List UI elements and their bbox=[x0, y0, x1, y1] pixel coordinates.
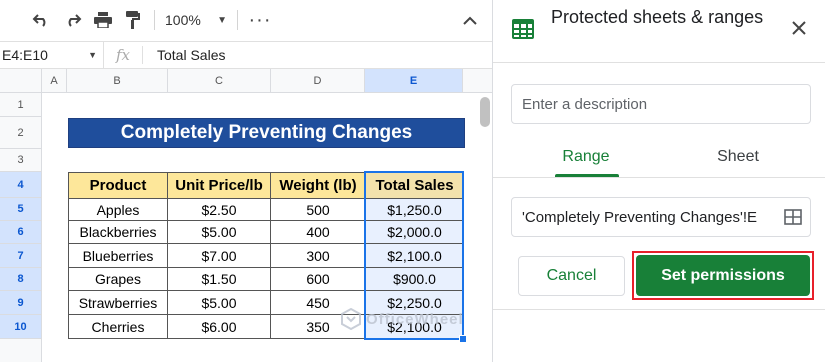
panel-title: Protected sheets & ranges bbox=[551, 7, 764, 27]
cell-unit-price[interactable]: $7.00 bbox=[167, 244, 271, 268]
cell-total-sales[interactable]: $900.0 bbox=[365, 268, 464, 291]
name-box-value: E4:E10 bbox=[2, 47, 48, 63]
zoom-value: 100% bbox=[165, 12, 201, 28]
watermark-logo-icon bbox=[341, 308, 361, 330]
range-field-value: 'Completely Preventing Changes'!E bbox=[522, 208, 758, 226]
name-box-dropdown-icon[interactable]: ▼ bbox=[88, 50, 97, 60]
toolbar: 100% ▼ ··· bbox=[0, 0, 492, 40]
header-cell-weight[interactable]: Weight (lb) bbox=[270, 172, 366, 199]
header-cell-total-sales[interactable]: Total Sales bbox=[365, 172, 464, 199]
tabs-divider bbox=[493, 177, 825, 178]
cell-unit-price[interactable]: $6.00 bbox=[167, 315, 271, 339]
name-box[interactable]: E4:E10 ▼ bbox=[0, 42, 104, 68]
panel-header: Protected sheets & ranges bbox=[493, 0, 825, 62]
formula-input[interactable]: Total Sales bbox=[157, 47, 225, 63]
tab-sheet[interactable]: Sheet bbox=[703, 148, 773, 166]
selection-fill-handle[interactable] bbox=[459, 335, 467, 343]
cell-unit-price[interactable]: $1.50 bbox=[167, 268, 271, 291]
toolbar-divider bbox=[154, 10, 155, 30]
paint-format-icon[interactable] bbox=[122, 6, 144, 34]
tab-range[interactable]: Range bbox=[551, 148, 621, 166]
formula-bar: E4:E10 ▼ fx Total Sales bbox=[0, 41, 492, 69]
redo-icon[interactable] bbox=[62, 6, 84, 34]
set-permissions-button[interactable]: Set permissions bbox=[636, 255, 810, 296]
undo-icon[interactable] bbox=[30, 6, 52, 34]
cell-product[interactable]: Grapes bbox=[68, 268, 168, 291]
cell-weight[interactable]: 400 bbox=[270, 221, 366, 244]
close-icon[interactable] bbox=[789, 18, 809, 38]
watermark-text: OfficeWheel bbox=[366, 310, 464, 328]
cell-total-sales[interactable]: $2,100.0 bbox=[365, 244, 464, 268]
formula-bar-divider bbox=[142, 46, 143, 64]
cell-unit-price[interactable]: $2.50 bbox=[167, 199, 271, 221]
header-cell-product[interactable]: Product bbox=[68, 172, 168, 199]
spreadsheet-area: 100% ▼ ··· E4:E10 ▼ fx Total Sales A B C… bbox=[0, 0, 492, 362]
sheet-title-cell[interactable]: Completely Preventing Changes bbox=[68, 118, 465, 148]
collapse-toolbar-icon[interactable] bbox=[460, 6, 480, 34]
cell-weight[interactable]: 300 bbox=[270, 244, 366, 268]
cell-product[interactable]: Blueberries bbox=[68, 244, 168, 268]
cell-unit-price[interactable]: $5.00 bbox=[167, 221, 271, 244]
protected-ranges-panel: Protected sheets & ranges Enter a descri… bbox=[492, 0, 825, 362]
cell-product[interactable]: Blackberries bbox=[68, 221, 168, 244]
select-range-grid-icon[interactable] bbox=[784, 209, 802, 225]
cell-product[interactable]: Strawberries bbox=[68, 291, 168, 315]
header-cell-unit-price[interactable]: Unit Price/lb bbox=[167, 172, 271, 199]
cell-product[interactable]: Cherries bbox=[68, 315, 168, 339]
toolbar-divider bbox=[237, 10, 238, 30]
cancel-button[interactable]: Cancel bbox=[518, 256, 625, 296]
vertical-scrollbar[interactable] bbox=[480, 97, 490, 127]
panel-header-divider bbox=[493, 62, 825, 63]
cell-weight[interactable]: 600 bbox=[270, 268, 366, 291]
more-options-icon[interactable]: ··· bbox=[248, 6, 272, 34]
fx-icon: fx bbox=[115, 46, 130, 64]
cell-product[interactable]: Apples bbox=[68, 199, 168, 221]
table-grid-icon bbox=[512, 19, 534, 44]
zoom-select[interactable]: 100% ▼ bbox=[165, 6, 227, 34]
cell-unit-price[interactable]: $5.00 bbox=[167, 291, 271, 315]
description-input[interactable]: Enter a description bbox=[511, 84, 811, 124]
dropdown-arrow-icon: ▼ bbox=[217, 14, 227, 26]
cell-total-sales[interactable]: $1,250.0 bbox=[365, 199, 464, 221]
print-icon[interactable] bbox=[92, 6, 114, 34]
watermark: OfficeWheel bbox=[340, 308, 464, 330]
range-field[interactable]: 'Completely Preventing Changes'!E bbox=[511, 197, 811, 237]
cell-weight[interactable]: 500 bbox=[270, 199, 366, 221]
cell-total-sales[interactable]: $2,000.0 bbox=[365, 221, 464, 244]
panel-bottom-divider bbox=[493, 309, 825, 310]
